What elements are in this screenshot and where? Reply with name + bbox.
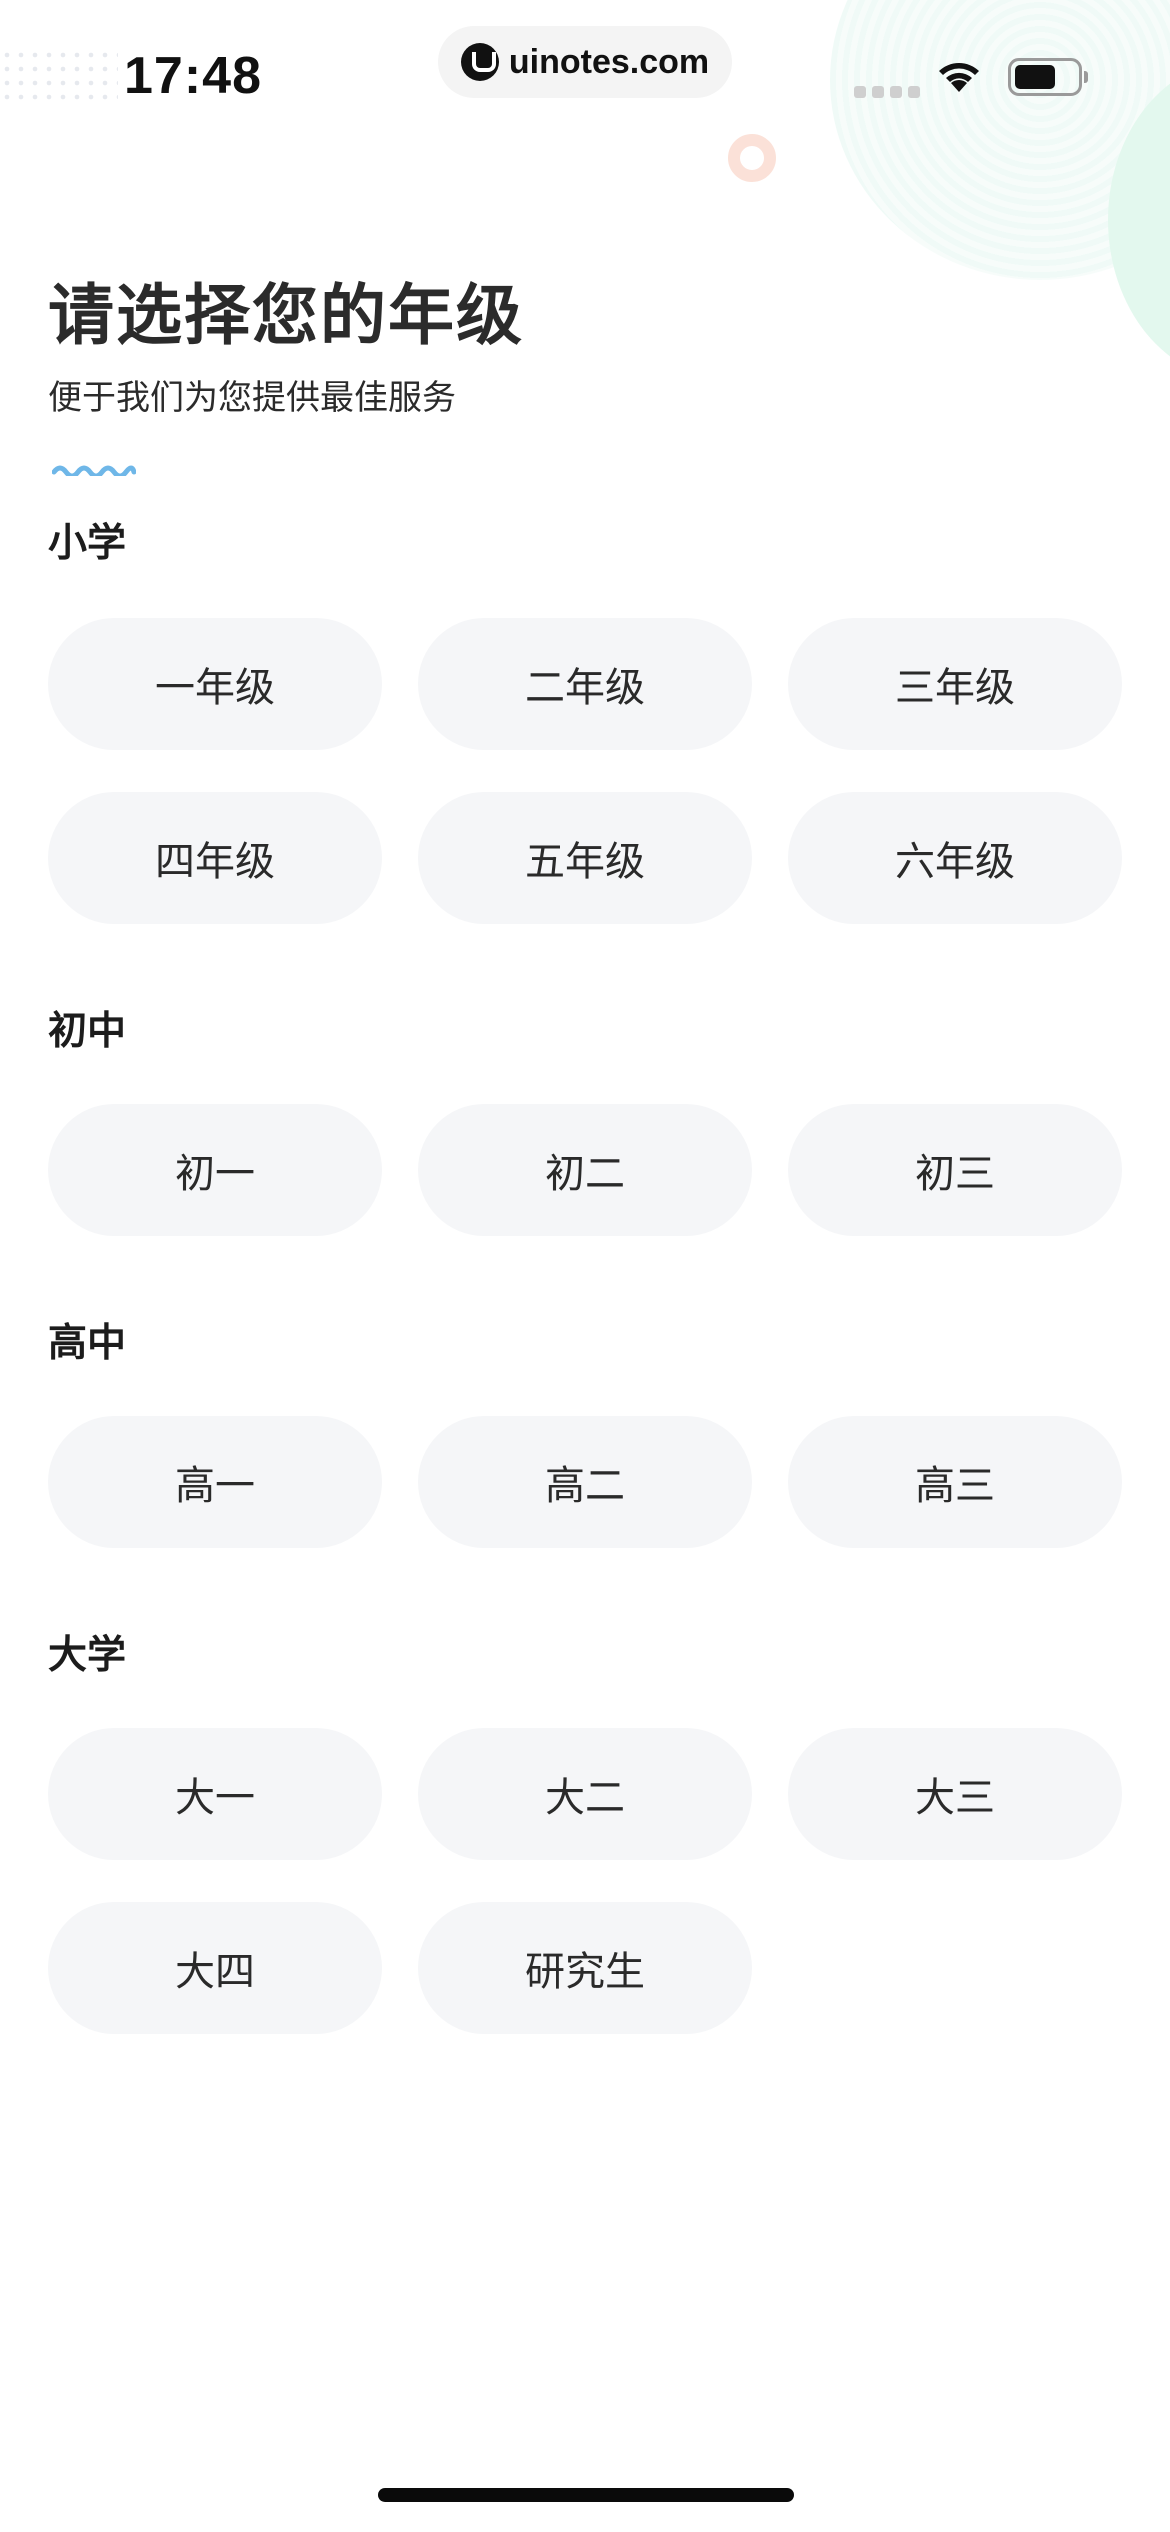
ring-decoration — [728, 134, 776, 182]
grade-button-senior-3[interactable]: 高三 — [788, 1416, 1122, 1548]
status-time: 17:48 — [124, 47, 262, 105]
grade-button-senior-2[interactable]: 高二 — [418, 1416, 752, 1548]
dot-pattern-decoration — [0, 48, 118, 106]
grade-selection-screen: 17:48 uinotes.com 请选择您的年级 便于我们为您提供最佳服务 小… — [0, 0, 1170, 2532]
grade-button-university-4[interactable]: 大四 — [48, 1902, 382, 2034]
url-text: uinotes.com — [508, 42, 710, 81]
section-title-senior: 高中 — [48, 1321, 127, 1366]
home-indicator[interactable] — [378, 2488, 794, 2502]
uinotes-logo-icon — [460, 43, 499, 81]
grade-button-primary-6[interactable]: 六年级 — [788, 792, 1122, 924]
grade-button-primary-4[interactable]: 四年级 — [48, 792, 382, 924]
grade-button-primary-3[interactable]: 三年级 — [788, 618, 1122, 750]
grade-button-university-3[interactable]: 大三 — [788, 1728, 1122, 1860]
url-pill[interactable]: uinotes.com — [438, 26, 732, 98]
grade-button-junior-3[interactable]: 初三 — [788, 1104, 1122, 1236]
battery-icon — [1008, 58, 1088, 96]
grade-button-primary-1[interactable]: 一年级 — [48, 618, 382, 750]
grade-button-senior-1[interactable]: 高一 — [48, 1416, 382, 1548]
grade-button-junior-1[interactable]: 初一 — [48, 1104, 382, 1236]
grade-button-university-2[interactable]: 大二 — [418, 1728, 752, 1860]
page-title: 请选择您的年级 — [48, 277, 524, 354]
grade-button-primary-5[interactable]: 五年级 — [418, 792, 752, 924]
signal-icon — [854, 86, 920, 98]
wave-icon — [52, 465, 136, 476]
grade-button-graduate[interactable]: 研究生 — [418, 1902, 752, 2034]
page-subtitle: 便于我们为您提供最佳服务 — [48, 378, 456, 418]
wifi-icon — [939, 63, 979, 92]
section-title-university: 大学 — [48, 1633, 127, 1678]
section-title-junior: 初中 — [48, 1009, 127, 1054]
grade-button-junior-2[interactable]: 初二 — [418, 1104, 752, 1236]
section-title-primary: 小学 — [48, 521, 127, 566]
grade-button-primary-2[interactable]: 二年级 — [418, 618, 752, 750]
grade-button-university-1[interactable]: 大一 — [48, 1728, 382, 1860]
